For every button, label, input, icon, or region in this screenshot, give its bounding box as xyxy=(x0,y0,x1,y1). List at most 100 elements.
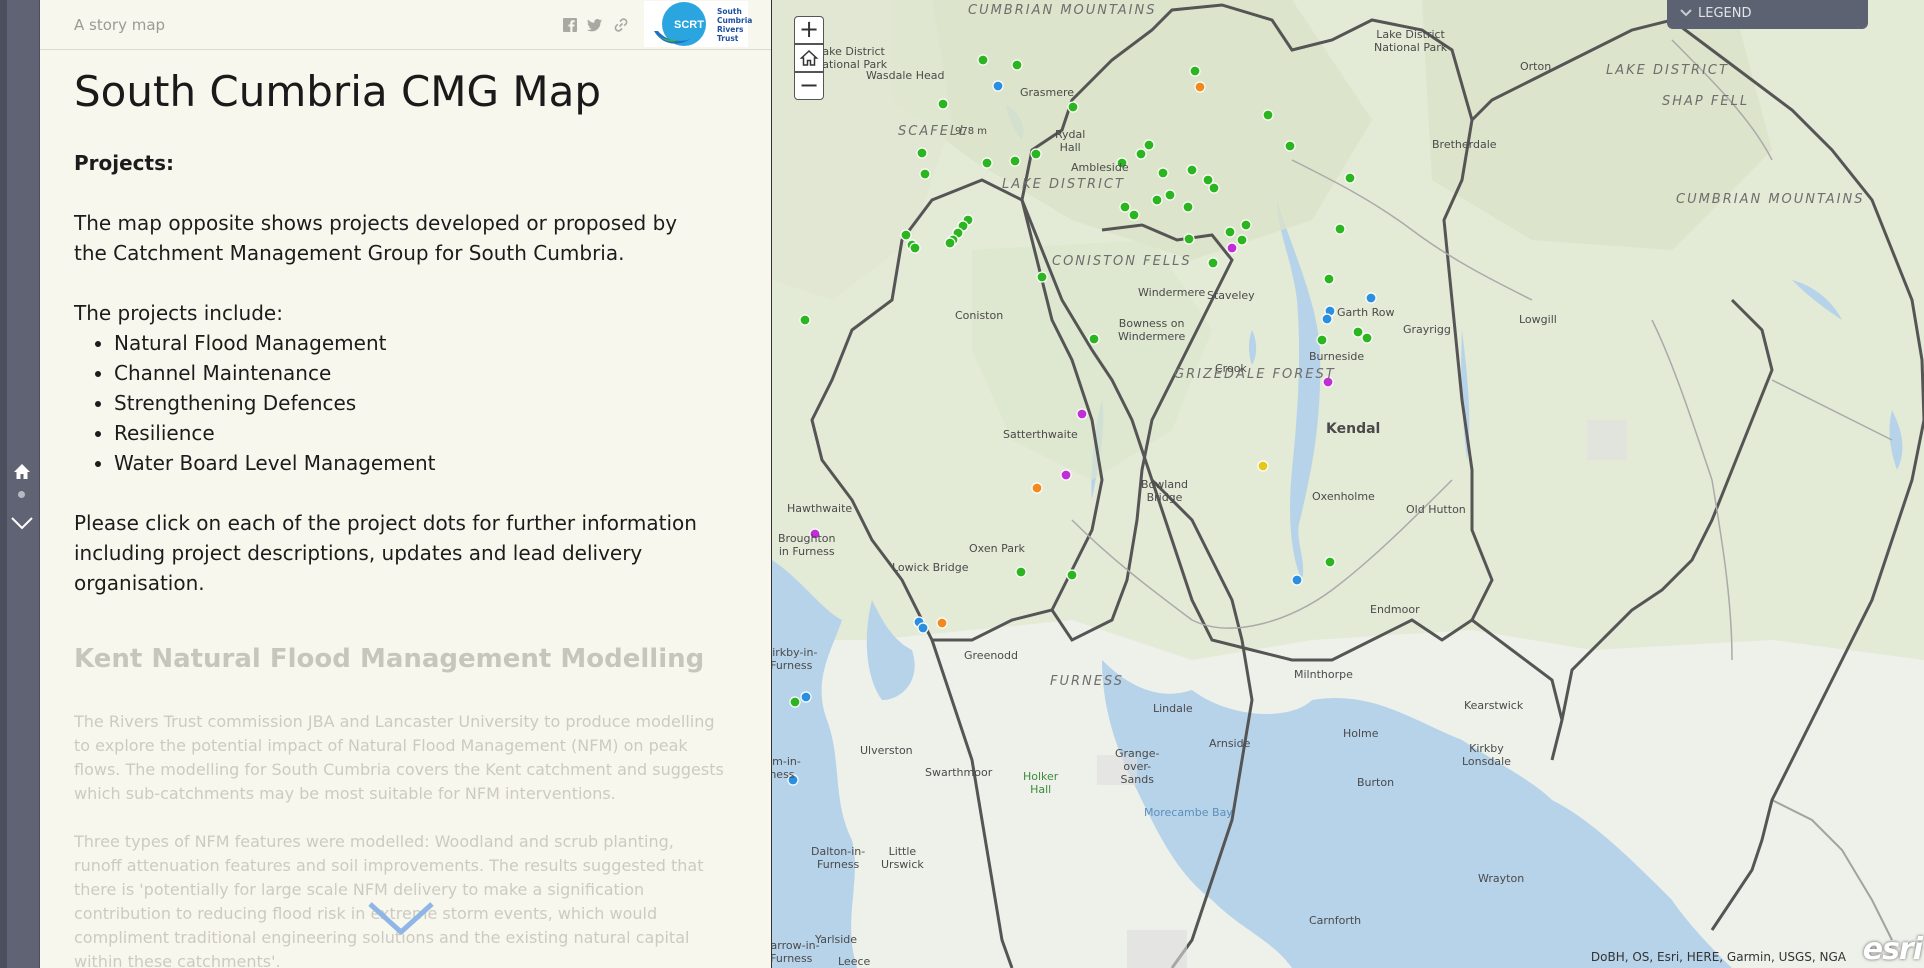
project-marker-green[interactable] xyxy=(1240,219,1252,231)
project-marker-green[interactable] xyxy=(1334,223,1346,235)
project-marker-orange[interactable] xyxy=(936,617,948,629)
project-marker-green[interactable] xyxy=(1236,234,1248,246)
project-marker-green[interactable] xyxy=(977,54,989,66)
project-markers[interactable] xyxy=(772,0,1924,968)
project-marker-green[interactable] xyxy=(1316,334,1328,346)
link-icon[interactable] xyxy=(613,17,629,33)
project-marker-green[interactable] xyxy=(1164,189,1176,201)
project-marker-green[interactable] xyxy=(1186,164,1198,176)
project-marker-blue[interactable] xyxy=(800,691,812,703)
project-marker-blue[interactable] xyxy=(992,80,1004,92)
list-item: Strengthening Defences xyxy=(114,388,754,418)
navigation-dot[interactable] xyxy=(18,491,25,498)
zoom-out-button[interactable]: − xyxy=(794,72,824,100)
map-label-old-hutton: Old Hutton xyxy=(1406,503,1466,516)
project-marker-green[interactable] xyxy=(1088,333,1100,345)
map-label-cumbrian-mountains-east: CUMBRIAN MOUNTAINS xyxy=(1676,192,1865,207)
project-marker-green[interactable] xyxy=(799,314,811,326)
facebook-icon[interactable] xyxy=(562,17,578,33)
map-label-furness: FURNESS xyxy=(1050,674,1125,689)
map-label-ambleside: Ambleside xyxy=(1071,161,1129,174)
project-marker-green[interactable] xyxy=(1135,148,1147,160)
project-marker-green[interactable] xyxy=(944,237,956,249)
default-extent-button[interactable] xyxy=(794,44,824,72)
map-label-kearstwick: Kearstwick xyxy=(1464,699,1524,712)
map-label-milnthorpe: Milnthorpe xyxy=(1294,668,1353,681)
panel-header: A story map SCRT South Cumbria Rivers Tr… xyxy=(40,0,771,50)
zoom-in-button[interactable]: + xyxy=(794,16,824,44)
project-type-list: Natural Flood Management Channel Mainten… xyxy=(114,328,754,478)
map-label-holme: Holme xyxy=(1343,727,1379,740)
project-marker-green[interactable] xyxy=(1224,226,1236,238)
project-marker-green[interactable] xyxy=(1011,59,1023,71)
project-marker-green[interactable] xyxy=(937,98,949,110)
map-label-satterthwaite: Satterthwaite xyxy=(1003,428,1078,441)
map-label-bowland-bridge: Bowland Bridge xyxy=(1141,478,1189,504)
project-marker-green[interactable] xyxy=(1157,167,1169,179)
twitter-icon[interactable] xyxy=(587,17,603,33)
map-label-lake-district-east: LAKE DISTRICT xyxy=(1606,63,1729,78)
project-marker-green[interactable] xyxy=(789,696,801,708)
map-label-hawthwaite: Hawthwaite xyxy=(787,502,853,515)
map-label-bretherdale: Bretherdale xyxy=(1432,138,1497,151)
instructions-paragraph: Please click on each of the project dots… xyxy=(74,511,697,595)
project-marker-green[interactable] xyxy=(1128,209,1140,221)
map-label-ldnp-right: Lake District National Park xyxy=(1374,28,1448,54)
map-label-arnside: Arnside xyxy=(1209,737,1251,750)
project-marker-green[interactable] xyxy=(1352,326,1364,338)
project-marker-green[interactable] xyxy=(1323,273,1335,285)
project-marker-green[interactable] xyxy=(1009,155,1021,167)
map-label-lowgill: Lowgill xyxy=(1519,313,1557,326)
map-label-orton: Orton xyxy=(1520,60,1552,73)
project-marker-green[interactable] xyxy=(1036,271,1048,283)
project-marker-green[interactable] xyxy=(916,147,928,159)
project-marker-green[interactable] xyxy=(1284,140,1296,152)
project-marker-green[interactable] xyxy=(919,168,931,180)
project-marker-green[interactable] xyxy=(1361,332,1373,344)
project-marker-green[interactable] xyxy=(1067,101,1079,113)
scroll-down-chevron-icon[interactable] xyxy=(366,898,436,938)
project-marker-green[interactable] xyxy=(1015,566,1027,578)
project-marker-green[interactable] xyxy=(1183,233,1195,245)
project-marker-blue[interactable] xyxy=(1365,292,1377,304)
logo-line-3: Rivers xyxy=(717,25,744,34)
project-marker-blue[interactable] xyxy=(917,622,929,634)
project-marker-green[interactable] xyxy=(981,157,993,169)
map-label-kendal: Kendal xyxy=(1326,421,1381,437)
project-marker-green[interactable] xyxy=(1189,65,1201,77)
project-marker-purple[interactable] xyxy=(1076,408,1088,420)
project-marker-green[interactable] xyxy=(900,229,912,241)
home-icon[interactable] xyxy=(12,462,32,482)
project-marker-green[interactable] xyxy=(1030,148,1042,160)
project-marker-green[interactable] xyxy=(1143,139,1155,151)
map-label-grasmere: Grasmere xyxy=(1020,86,1075,99)
project-marker-green[interactable] xyxy=(1119,201,1131,213)
project-marker-blue[interactable] xyxy=(1321,313,1333,325)
project-marker-green[interactable] xyxy=(1344,172,1356,184)
map-view[interactable]: CUMBRIAN MOUNTAINS CUMBRIAN MOUNTAINS LA… xyxy=(772,0,1924,968)
map-label-shap-fell: SHAP FELL xyxy=(1662,94,1750,109)
project-marker-green[interactable] xyxy=(1207,257,1219,269)
next-section-title: Kent Natural Flood Management Modelling xyxy=(74,644,705,674)
project-marker-green[interactable] xyxy=(1066,569,1078,581)
chevron-down-icon[interactable] xyxy=(10,514,34,532)
project-marker-green[interactable] xyxy=(1324,556,1336,568)
project-marker-green[interactable] xyxy=(1182,201,1194,213)
project-marker-orange[interactable] xyxy=(1031,482,1043,494)
project-marker-green[interactable] xyxy=(909,242,921,254)
project-marker-purple[interactable] xyxy=(1226,242,1238,254)
project-marker-green[interactable] xyxy=(1208,182,1220,194)
esri-logo[interactable]: esri xyxy=(1863,932,1923,967)
legend-toggle[interactable]: LEGEND xyxy=(1667,0,1868,29)
project-marker-green[interactable] xyxy=(1151,194,1163,206)
map-label-endmoor: Endmoor xyxy=(1370,603,1420,616)
project-marker-green[interactable] xyxy=(1262,109,1274,121)
scrt-logo[interactable]: SCRT South Cumbria Rivers Trust xyxy=(644,1,752,47)
map-label-coniston: Coniston xyxy=(955,309,1004,322)
project-marker-blue[interactable] xyxy=(1291,574,1303,586)
map-label-wrayton: Wrayton xyxy=(1478,872,1525,885)
project-marker-yellow[interactable] xyxy=(1257,460,1269,472)
project-marker-purple[interactable] xyxy=(1060,469,1072,481)
story-map-subtitle: A story map xyxy=(74,16,166,34)
project-marker-orange[interactable] xyxy=(1194,81,1206,93)
